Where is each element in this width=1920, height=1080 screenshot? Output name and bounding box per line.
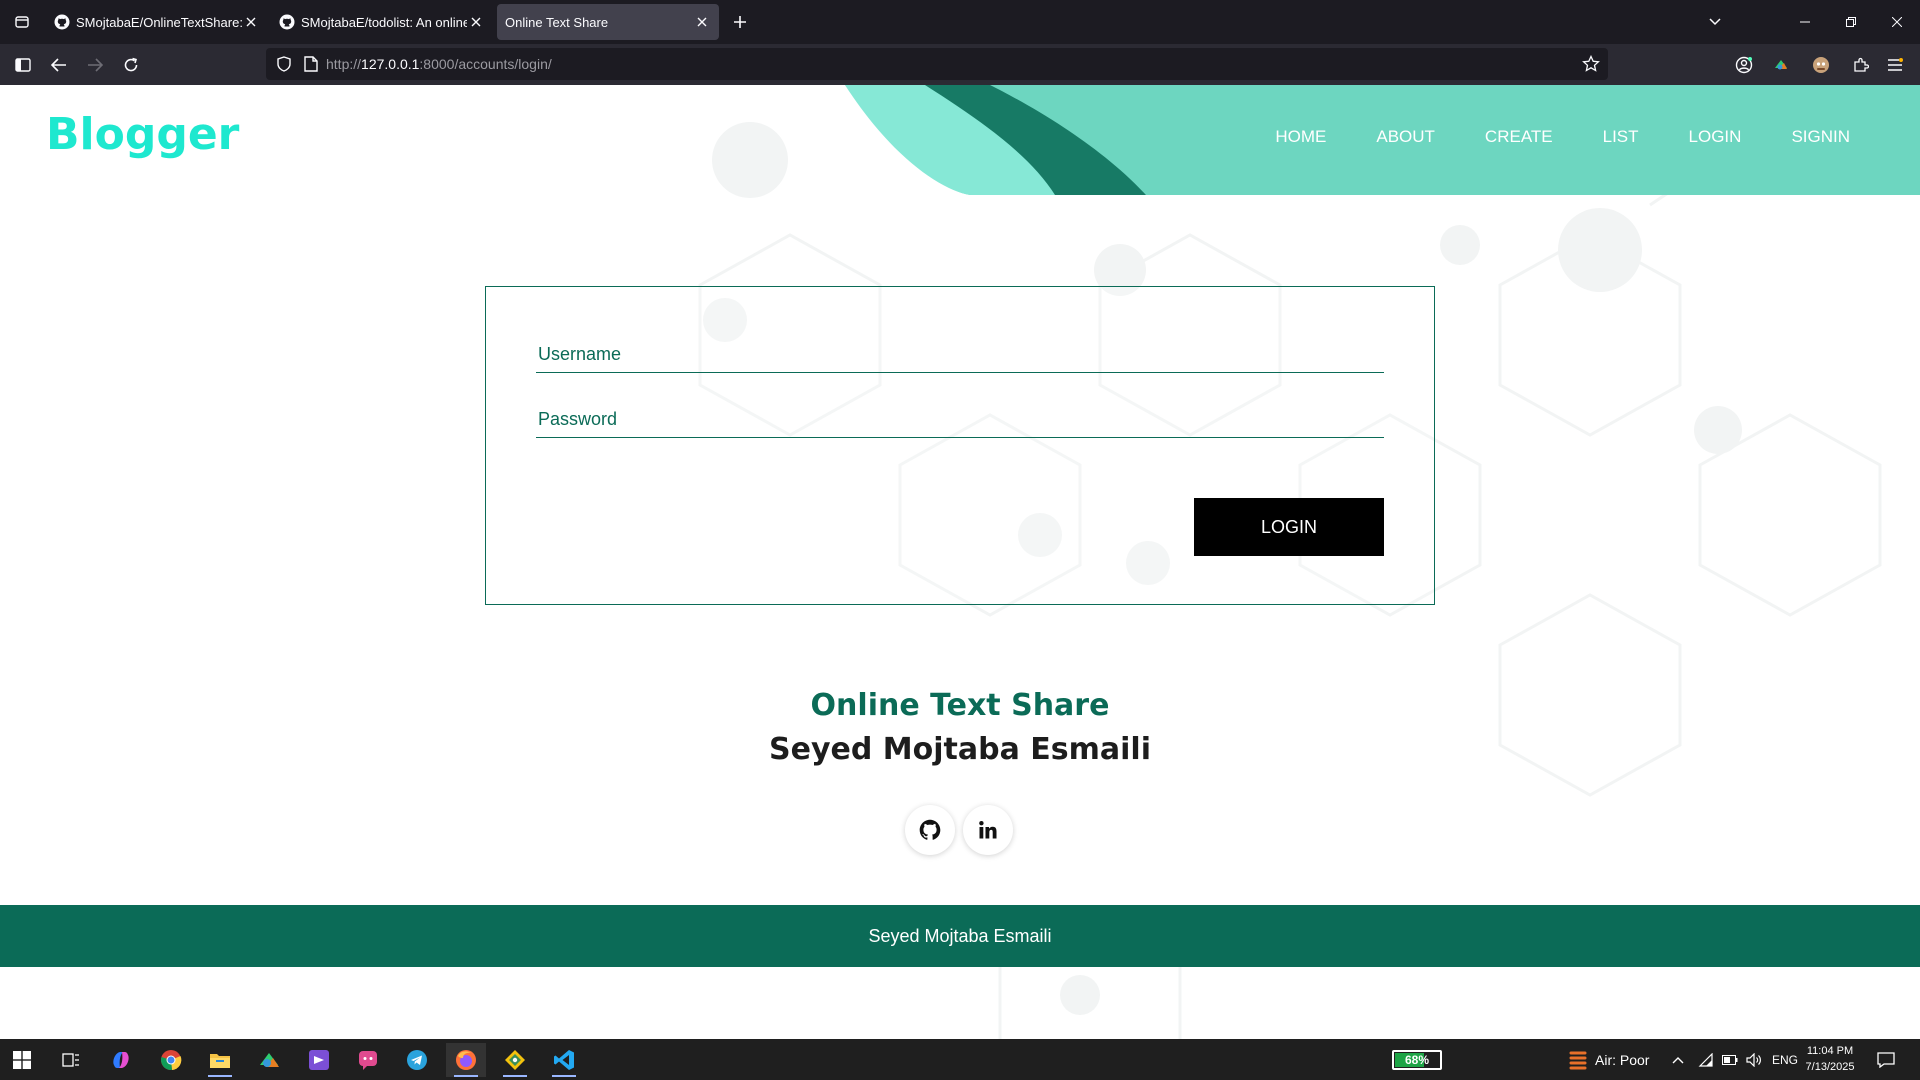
app-menu-icon[interactable] — [1880, 50, 1910, 80]
address-bar[interactable]: http://127.0.0.1:8000/accounts/login/ — [266, 48, 1608, 80]
shield-icon[interactable] — [276, 56, 292, 72]
password-field-wrapper — [536, 402, 1384, 438]
notifications-icon[interactable] — [1866, 1043, 1906, 1077]
window-controls — [1692, 0, 1920, 44]
windows-start-icon[interactable] — [2, 1043, 42, 1077]
github-link-button[interactable] — [905, 805, 955, 855]
tab-todolist-repo[interactable]: SMojtabaE/todolist: An online T — [271, 4, 493, 40]
linkedin-icon — [978, 820, 998, 840]
nav-about[interactable]: ABOUT — [1376, 127, 1435, 147]
github-icon — [54, 14, 70, 30]
browser-nav-bar: http://127.0.0.1:8000/accounts/login/ — [0, 44, 1920, 85]
tab-online-text-share[interactable]: Online Text Share — [497, 4, 719, 40]
nav-list[interactable]: LIST — [1603, 127, 1639, 147]
chevron-up-icon[interactable] — [1672, 1056, 1684, 1064]
close-tab-icon[interactable] — [242, 13, 260, 31]
nav-create[interactable]: CREATE — [1485, 127, 1553, 147]
site-header: Blogger HOME ABOUT CREATE LIST LOGIN SIG… — [0, 85, 1920, 195]
system-tray-icons: ENG — [1672, 1039, 1798, 1080]
site-author: Seyed Mojtaba Esmaili — [769, 732, 1151, 767]
close-tab-icon[interactable] — [467, 13, 485, 31]
login-submit-button[interactable]: LOGIN — [1194, 498, 1384, 556]
site-logo[interactable]: Blogger — [46, 109, 239, 160]
app-colorful-icon[interactable] — [249, 1043, 289, 1077]
minimize-icon[interactable] — [1782, 0, 1828, 44]
air-quality-icon — [1569, 1049, 1587, 1071]
page-icon[interactable] — [304, 56, 318, 72]
visual-studio-icon[interactable] — [299, 1043, 339, 1077]
windows-taskbar: 68% Air: Poor ENG 11:04 PM 7/13/2025 — [0, 1039, 1920, 1080]
site-title: Online Text Share — [810, 688, 1110, 723]
close-window-icon[interactable] — [1874, 0, 1920, 44]
url-text: http://127.0.0.1:8000/accounts/login/ — [326, 56, 552, 72]
git-app-icon[interactable] — [495, 1043, 535, 1077]
account-icon[interactable] — [1729, 50, 1759, 80]
back-arrow-icon[interactable] — [44, 50, 74, 80]
extension-avatar-icon[interactable] — [1806, 50, 1836, 80]
language-indicator[interactable]: ENG — [1772, 1053, 1798, 1067]
reload-icon[interactable] — [116, 50, 146, 80]
username-input[interactable] — [536, 337, 1384, 372]
weather-widget[interactable]: Air: Poor — [1569, 1039, 1649, 1080]
firefox-icon[interactable] — [446, 1043, 486, 1077]
file-explorer-icon[interactable] — [200, 1043, 240, 1077]
volume-icon[interactable] — [1746, 1052, 1762, 1067]
vscode-icon[interactable] — [544, 1043, 584, 1077]
web-page: Blogger HOME ABOUT CREATE LIST LOGIN SIG… — [0, 85, 1920, 1039]
clock[interactable]: 11:04 PM 7/13/2025 — [1800, 1043, 1860, 1075]
restore-icon[interactable] — [1828, 0, 1874, 44]
browser-tab-bar: SMojtabaE/OnlineTextShare: A S SMojtabaE… — [0, 0, 1920, 44]
footer-author: Seyed Mojtaba Esmaili — [868, 925, 1052, 946]
password-input[interactable] — [536, 402, 1384, 437]
close-tab-icon[interactable] — [693, 13, 711, 31]
wifi-icon[interactable] — [1698, 1052, 1714, 1067]
tab-title: SMojtabaE/todolist: An online T — [301, 14, 467, 30]
site-nav: HOME ABOUT CREATE LIST LOGIN SIGNIN — [1275, 127, 1850, 147]
sidebar-toggle-icon[interactable] — [8, 50, 38, 80]
clock-date: 7/13/2025 — [1805, 1061, 1855, 1073]
new-tab-icon[interactable] — [726, 8, 754, 36]
nav-home[interactable]: HOME — [1275, 127, 1326, 147]
clock-time: 11:04 PM — [1806, 1045, 1854, 1057]
tab-title: SMojtabaE/OnlineTextShare: A S — [76, 14, 242, 30]
username-field-wrapper — [536, 337, 1384, 373]
linkedin-link-button[interactable] — [963, 805, 1013, 855]
battery-tray-icon[interactable] — [1722, 1054, 1738, 1065]
tab-title: Online Text Share — [505, 14, 609, 30]
nav-signin[interactable]: SIGNIN — [1791, 127, 1850, 147]
battery-indicator[interactable]: 68% — [1392, 1050, 1442, 1070]
chat-app-icon[interactable] — [348, 1043, 388, 1077]
task-view-icon[interactable] — [51, 1043, 91, 1077]
copilot-icon[interactable] — [101, 1043, 141, 1077]
login-form: LOGIN — [485, 286, 1435, 605]
extension-colorful-icon[interactable] — [1766, 50, 1796, 80]
chrome-icon[interactable] — [151, 1043, 191, 1077]
weather-text: Air: Poor — [1595, 1051, 1650, 1068]
nav-login[interactable]: LOGIN — [1689, 127, 1742, 147]
chevron-down-icon[interactable] — [1692, 0, 1738, 44]
site-footer: Seyed Mojtaba Esmaili — [0, 905, 1920, 967]
github-icon — [919, 819, 941, 841]
bookmark-star-icon[interactable] — [1582, 55, 1600, 73]
tab-list-icon[interactable] — [8, 8, 36, 36]
social-links — [905, 805, 1013, 855]
github-icon — [279, 14, 295, 30]
forward-arrow-icon[interactable] — [80, 50, 110, 80]
battery-percent: 68% — [1404, 1053, 1430, 1067]
telegram-icon[interactable] — [397, 1043, 437, 1077]
tab-onlinetextshare-repo[interactable]: SMojtabaE/OnlineTextShare: A S — [46, 4, 268, 40]
extensions-puzzle-icon[interactable] — [1846, 50, 1876, 80]
